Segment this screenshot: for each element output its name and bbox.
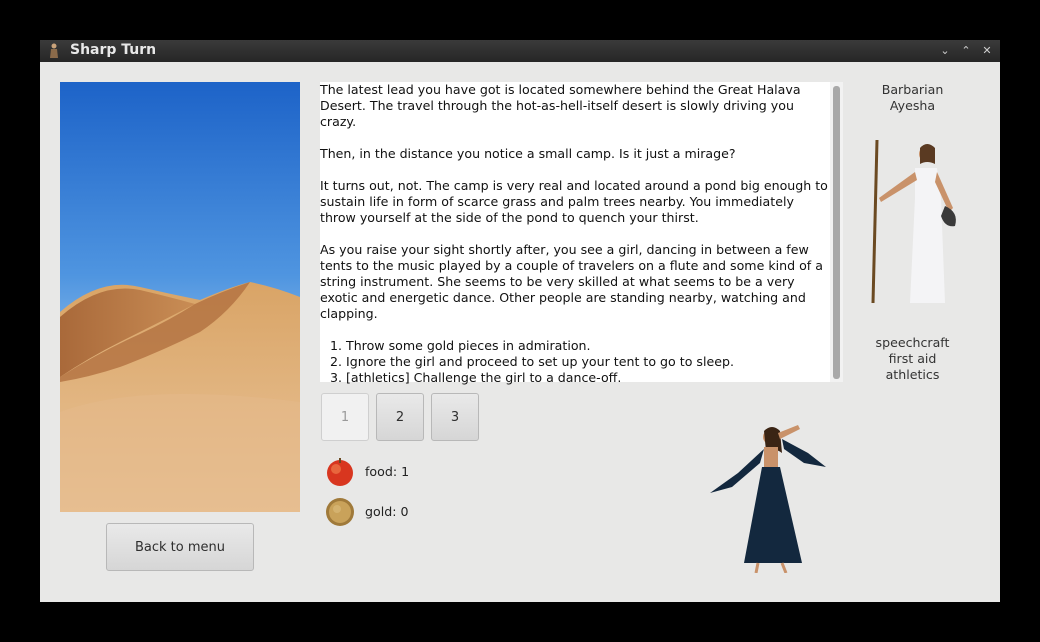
story-text: The latest lead you have got is located … <box>320 82 830 385</box>
choice-1-button[interactable]: 1 <box>321 393 369 441</box>
hero-class: Barbarian <box>881 82 944 97</box>
option-item: Ignore the girl and proceed to set up yo… <box>346 354 830 370</box>
scrollbar-thumb[interactable] <box>833 86 840 379</box>
skill-item: first aid <box>888 351 937 366</box>
option-item: [athletics] Challenge the girl to a danc… <box>346 370 830 386</box>
option-item: Throw some gold pieces in admiration. <box>346 338 830 354</box>
apple-icon <box>327 458 353 486</box>
app-icon <box>50 43 58 58</box>
desert-image <box>60 82 300 512</box>
game-window: Sharp Turn ⌄ ⌃ ✕ Back to menu The latest… <box>40 40 1000 602</box>
hero-skills: speechcraft first aid athletics <box>860 335 965 383</box>
story-paragraph: The latest lead you have got is located … <box>320 82 801 129</box>
story-paragraph: It turns out, not. The camp is very real… <box>320 178 828 225</box>
choice-3-button[interactable]: 3 <box>431 393 479 441</box>
title-bar[interactable]: Sharp Turn ⌄ ⌃ ✕ <box>40 40 1000 62</box>
food-label: food: 1 <box>365 464 410 479</box>
hero-info: Barbarian Ayesha <box>860 82 965 114</box>
choice-2-button[interactable]: 2 <box>376 393 424 441</box>
close-button[interactable]: ✕ <box>978 42 996 60</box>
story-paragraph: Then, in the distance you notice a small… <box>320 146 736 161</box>
story-scrollbar[interactable] <box>830 82 843 382</box>
gold-label: gold: 0 <box>365 504 409 519</box>
gold-coin-icon <box>326 498 354 526</box>
hero-name: Ayesha <box>889 98 936 113</box>
skill-item: speechcraft <box>875 335 950 350</box>
back-to-menu-button[interactable]: Back to menu <box>106 523 254 571</box>
hero-portrait <box>871 139 956 304</box>
story-paragraph: As you raise your sight shortly after, y… <box>320 242 823 321</box>
window-title: Sharp Turn <box>70 42 157 58</box>
dancer-image <box>710 425 826 573</box>
skill-item: athletics <box>885 367 940 382</box>
option-list: Throw some gold pieces in admiration. Ig… <box>320 338 830 386</box>
minimize-button[interactable]: ⌄ <box>936 42 954 60</box>
maximize-button[interactable]: ⌃ <box>957 42 975 60</box>
